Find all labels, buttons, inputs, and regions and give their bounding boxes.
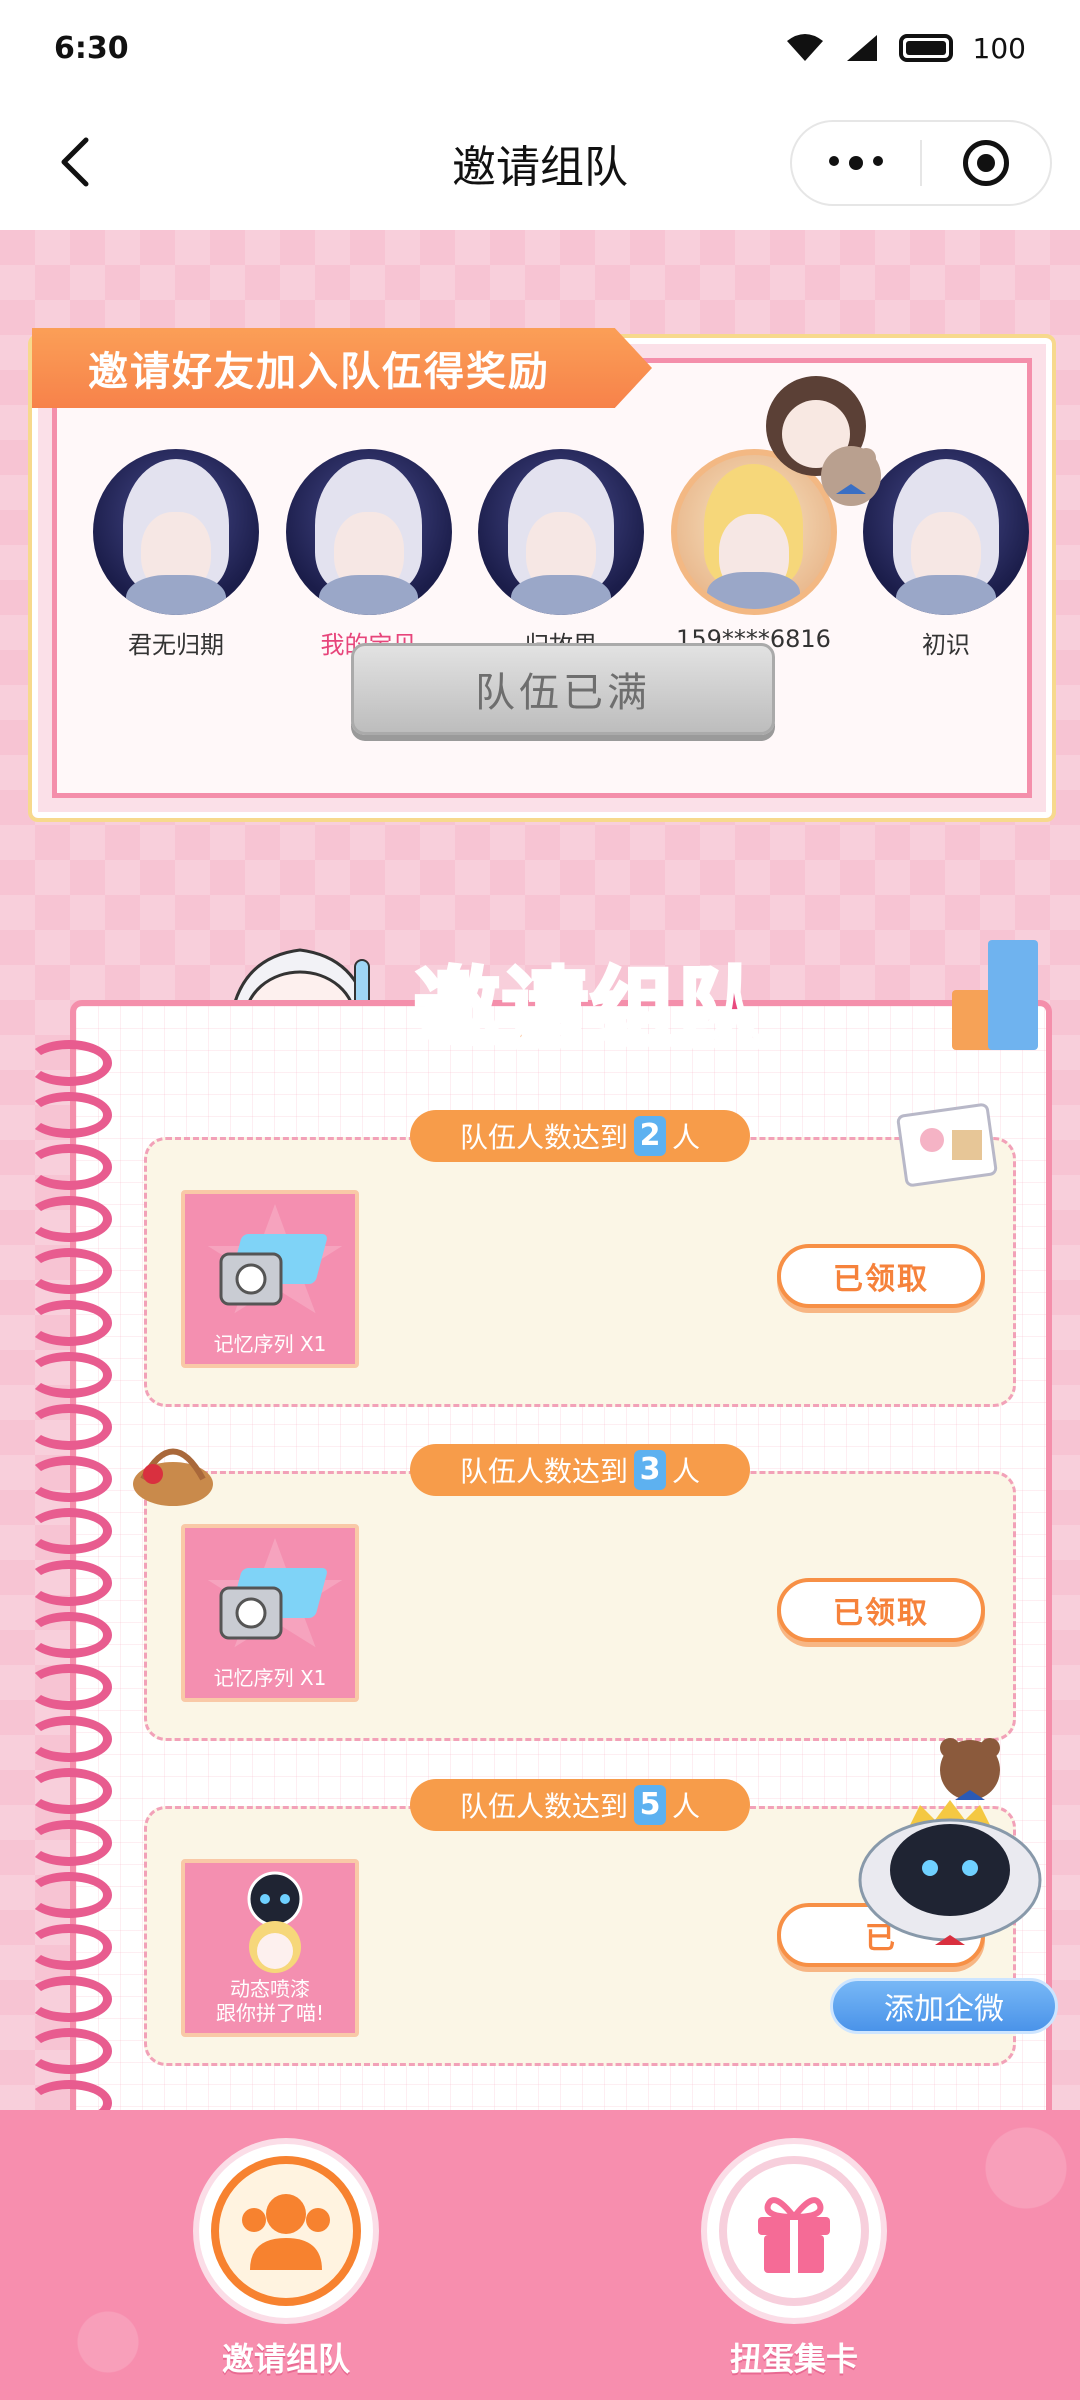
tier-label: 队伍人数达到 5 人 (410, 1779, 750, 1831)
status-icons: 100 (785, 32, 1026, 65)
tier-count: 3 (634, 1450, 666, 1490)
title-part: 队 (676, 957, 766, 1061)
member-name: 初识 (922, 631, 970, 659)
reward-item[interactable]: 记忆序列 X1 (181, 1524, 359, 1702)
wifi-icon (786, 34, 823, 61)
tab-invite-team[interactable]: 邀请组队 (186, 2138, 386, 2380)
reward-item-label: 记忆序列 X1 (213, 1332, 327, 1356)
robot-mascot-icon (858, 1738, 1042, 1945)
gift-icon (758, 2197, 830, 2273)
nav-bar: 邀请组队 (0, 96, 1080, 230)
section-title: 邀请 组 队 (400, 940, 780, 1061)
title-part: 组 (588, 957, 678, 1061)
reward-tier-2: 队伍人数达到 2 人 记忆序列 X1 已领取 (144, 1110, 1016, 1407)
reward-item[interactable]: 记忆序列 X1 (181, 1190, 359, 1368)
claimed-button[interactable]: 已领取 (777, 1244, 985, 1308)
tab-disc-inner (211, 2156, 361, 2306)
close-miniprogram-button[interactable] (922, 140, 1050, 186)
reward-item[interactable]: 动态喷漆 跟你拼了喵! (181, 1859, 359, 2037)
miniprogram-capsule (790, 120, 1052, 206)
tab-gacha-cards[interactable]: 扭蛋集卡 (694, 2138, 894, 2380)
signal-icon (846, 35, 877, 61)
bottom-tab-bar: 邀请组队 扭蛋集卡 (0, 2110, 1080, 2400)
member-2[interactable]: 我的宝贝 (284, 449, 454, 660)
reward-item-label: 动态喷漆 跟你拼了喵! (185, 1977, 355, 2025)
reward-tier-3: 队伍人数达到 3 人 记忆序列 X1 已领取 (133, 1444, 1016, 1741)
tier-prefix: 队伍人数达到 (459, 1455, 628, 1488)
status-time: 6:30 (54, 30, 129, 66)
tier-prefix: 队伍人数达到 (459, 1121, 628, 1154)
tier-count: 5 (634, 1785, 666, 1825)
battery-level: 100 (972, 31, 1026, 65)
tab-label: 扭蛋集卡 (729, 2340, 858, 2378)
page-title: 邀请组队 (452, 142, 628, 193)
memory-chip-icon (219, 1568, 327, 1640)
member-1[interactable]: 君无归期 (91, 449, 261, 660)
reward-item-label: 记忆序列 X1 (213, 1666, 327, 1690)
battery-icon (898, 34, 953, 62)
notepad-decoration-icon (896, 1103, 998, 1187)
tab-label: 邀请组队 (221, 2340, 350, 2378)
tier-suffix: 人 (672, 1121, 701, 1154)
tab-disc-inner (719, 2156, 869, 2306)
avatar (93, 449, 259, 615)
avatar (285, 449, 452, 615)
title-part: 邀请 (412, 957, 590, 1061)
status-bar: 6:30 100 (0, 0, 1080, 96)
memory-chip-icon (219, 1234, 327, 1306)
member-3[interactable]: 归故里 (476, 449, 646, 660)
more-icon[interactable] (792, 156, 920, 170)
tier-prefix: 队伍人数达到 (459, 1790, 628, 1823)
reward-label-line: 动态喷漆 (230, 1977, 310, 2001)
spray-sticker-icon (247, 1871, 303, 1973)
reward-label-line: 跟你拼了喵! (215, 2001, 325, 2025)
target-icon (963, 140, 1009, 186)
users-icon (242, 2194, 330, 2270)
tier-suffix: 人 (672, 1790, 701, 1823)
invite-banner: 邀请好友加入队伍得奖励 (32, 328, 652, 408)
claimed-button[interactable]: 已领取 (777, 1578, 985, 1642)
tab-disc (193, 2138, 379, 2324)
basket-decoration-icon (133, 1448, 213, 1506)
tier-label: 队伍人数达到 3 人 (410, 1444, 750, 1496)
character-decoration-icon (766, 376, 881, 506)
back-arrow-icon[interactable] (50, 132, 100, 192)
invite-card: 君无归期 我的宝贝 归故里 159****6816 初识 (28, 328, 1056, 822)
avatar (478, 449, 644, 615)
tier-count: 2 (634, 1116, 666, 1156)
member-name: 君无归期 (128, 631, 224, 659)
tier-suffix: 人 (672, 1455, 701, 1488)
tier-label: 队伍人数达到 2 人 (410, 1110, 750, 1162)
team-full-button[interactable]: 队伍已满 (351, 643, 775, 735)
add-wechat-button[interactable]: 添加企微 (830, 1978, 1058, 2034)
tab-disc (701, 2138, 887, 2324)
